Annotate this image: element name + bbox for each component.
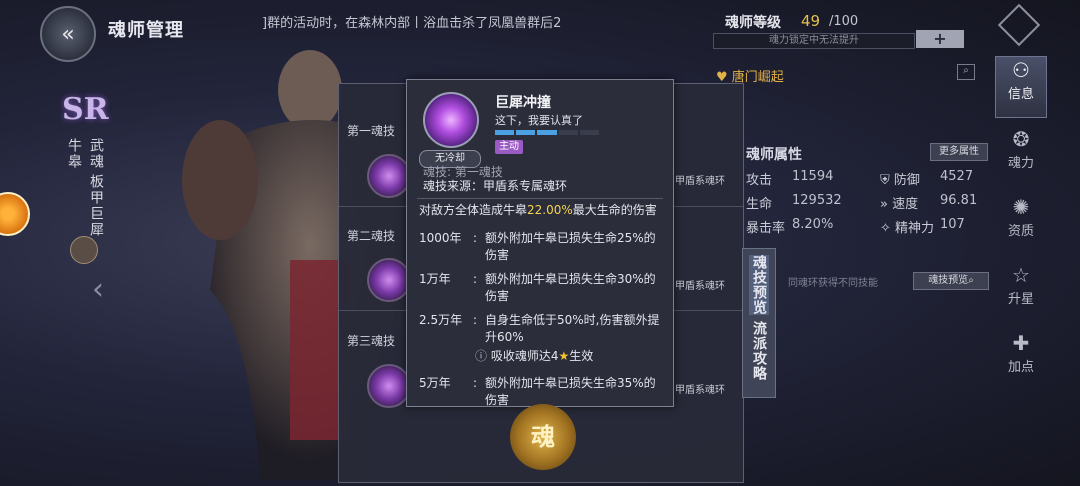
skill-notice: 同魂环获得不同技能: [788, 278, 878, 289]
energy-segment: [495, 130, 515, 135]
speed-icon: »: [880, 197, 888, 212]
attr-defense-value: 4527: [940, 169, 974, 184]
tier-text-2: 额外附加牛皋已损失生命30%的伤害: [485, 272, 656, 303]
talent-icon: ✺: [1012, 195, 1030, 219]
skill-icon: [423, 92, 479, 148]
tier-text-3: 自身生命低于50%时,伤害额外提升60%: [485, 313, 660, 344]
warning-icon: ⓘ: [475, 349, 488, 363]
condition-line: ⓘ 吸收魂师达4★生效: [475, 349, 594, 363]
attr-hp-value: 129532: [792, 193, 842, 208]
tier-year-1: 1000年: [419, 231, 462, 245]
pet-avatar-icon[interactable]: [0, 192, 30, 236]
nav-item-star[interactable]: ☆ 升星: [995, 262, 1047, 322]
character-title-a: 武魂: [88, 138, 104, 170]
attributes-title: 魂师属性: [746, 147, 802, 163]
tier-text-4: 额外附加牛皋已损失生命35%的伤害: [485, 376, 656, 407]
skill-ring-icon-3[interactable]: [367, 364, 411, 408]
ring-label-3: 第三魂技: [347, 334, 396, 348]
attr-spirit-label: ✧ 精神力: [880, 221, 935, 236]
info-icon: ⚇: [1012, 58, 1030, 82]
ring-label-1: 第一魂技: [347, 124, 396, 138]
active-tag: 主动: [495, 140, 523, 154]
faction-label: ♥ 唐门崛起: [716, 70, 784, 85]
attr-crit-label: 暴击率: [746, 221, 786, 236]
avatar[interactable]: [70, 236, 98, 264]
skill-tooltip: 无冷却 巨犀冲撞 这下，我要认真了 主动 魂技: 第一魂技 魂技来源：甲盾系专属…: [406, 79, 674, 407]
tier-year-2: 1万年: [419, 272, 451, 286]
character-name: 牛皋: [66, 138, 82, 170]
energy-segment: [579, 130, 600, 135]
energy-bar: [495, 130, 600, 135]
energy-segment: [516, 130, 536, 135]
attr-attack-label: 攻击: [746, 173, 773, 188]
attr-spirit-value: 107: [940, 217, 965, 232]
page-title: 魂师管理: [108, 20, 184, 41]
back-button[interactable]: «: [40, 6, 96, 62]
soul-icon: ❂: [1012, 127, 1030, 151]
skill-name: 巨犀冲撞: [495, 95, 551, 111]
attr-speed-label: » 速度: [880, 197, 919, 212]
skill-description: 对敌方全体造成牛皋22.00%最大生命的伤害: [419, 203, 657, 217]
tab-skill-preview[interactable]: 魂技预览: [749, 255, 769, 315]
rarity-badge: SR: [62, 92, 109, 127]
plus-icon: ✚: [1012, 331, 1030, 355]
level-label: 魂师等级: [725, 15, 781, 31]
damage-percent: 22.00%: [527, 203, 573, 217]
menu-diamond-icon[interactable]: [997, 3, 1041, 47]
attr-defense-label: ⛨ 防御: [880, 173, 920, 188]
tier-year-4: 5万年: [419, 376, 451, 390]
nav-item-info[interactable]: ⚇ 信息: [995, 56, 1047, 118]
spirit-icon: ✧: [880, 221, 891, 236]
skill-preview-button[interactable]: 魂技预览⌕: [913, 272, 989, 290]
skill-tab-group: 魂技预览 流派攻略: [742, 248, 776, 398]
level-max: /100: [829, 14, 859, 29]
shield-icon: ⛨: [880, 173, 890, 188]
nav-item-points[interactable]: ✚ 加点: [995, 330, 1047, 390]
energy-segment: [537, 130, 557, 135]
star-icon: ☆: [1012, 263, 1030, 287]
level-progress: 魂力锁定中无法提升: [713, 33, 915, 49]
side-nav: ⚇ 信息 ❂ 魂力 ✺ 资质 ☆ 升星 ✚ 加点: [995, 56, 1047, 398]
ring-label-2: 第二魂技: [347, 229, 396, 243]
attr-speed-value: 96.81: [940, 193, 978, 208]
level-up-button[interactable]: +: [916, 30, 964, 48]
attr-crit-value: 8.20%: [792, 217, 834, 232]
ring-source-2: 甲盾系魂环: [675, 281, 725, 292]
search-icon[interactable]: ⌕: [957, 64, 975, 80]
energy-segment: [558, 130, 578, 135]
skill-quote: 这下，我要认真了: [495, 114, 583, 127]
skill-source: 魂技来源：甲盾系专属魂环: [423, 179, 568, 193]
search-icon: ⌕: [968, 275, 974, 286]
chevron-left-icon[interactable]: ‹: [92, 272, 104, 307]
ring-source-3: 甲盾系魂环: [675, 385, 725, 396]
tier-text-1: 额外附加牛皋已损失生命25%的伤害: [485, 231, 656, 262]
attr-attack-value: 11594: [792, 169, 834, 184]
attr-hp-label: 生命: [746, 197, 773, 212]
soul-emblem[interactable]: 魂: [510, 404, 576, 470]
more-attributes-button[interactable]: 更多属性: [930, 143, 988, 161]
back-arrow-icon: «: [61, 21, 75, 47]
tab-style-guide[interactable]: 流派攻略: [749, 321, 769, 381]
ring-source-1: 甲盾系魂环: [675, 176, 725, 187]
skill-ring-icon-1[interactable]: [367, 154, 411, 198]
skill-ring-icon-2[interactable]: [367, 258, 411, 302]
heart-icon: ♥: [716, 70, 728, 85]
character-title-b: 板甲巨犀: [88, 174, 104, 238]
nav-item-soul[interactable]: ❂ 魂力: [995, 126, 1047, 186]
nav-item-talent[interactable]: ✺ 资质: [995, 194, 1047, 254]
tier-year-3: 2.5万年: [419, 313, 463, 327]
level-value: 49: [801, 12, 821, 30]
star-icon: ★: [558, 349, 570, 363]
news-ticker: ]群的活动时，在森林内部丨浴血击杀了凤凰兽群后2: [262, 16, 562, 31]
